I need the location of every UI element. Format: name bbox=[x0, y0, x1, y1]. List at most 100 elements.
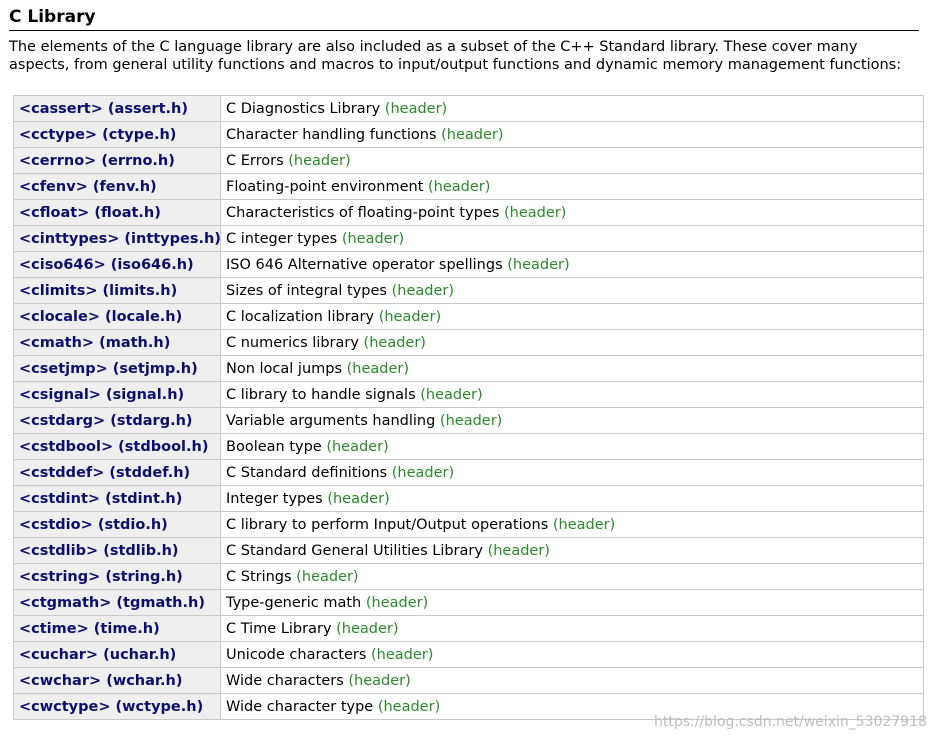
library-description-cell: C library to handle signals (header) bbox=[220, 381, 924, 408]
header-tag: (header) bbox=[384, 100, 448, 117]
library-description: Integer types bbox=[226, 490, 323, 507]
library-description-cell: Integer types (header) bbox=[220, 485, 924, 512]
header-tag: (header) bbox=[391, 464, 455, 481]
library-description: Unicode characters bbox=[226, 646, 367, 663]
table-row: <csetjmp> (setjmp.h) Non local jumps (hea… bbox=[13, 355, 924, 382]
library-name-link[interactable]: <cstdint> (stdint.h) bbox=[13, 485, 221, 512]
table-row: <climits> (limits.h) Sizes of integral ty… bbox=[13, 277, 924, 304]
library-name-link[interactable]: <csetjmp> (setjmp.h) bbox=[13, 355, 221, 382]
library-name-link[interactable]: <cwchar> (wchar.h) bbox=[13, 667, 221, 694]
library-description-cell: C numerics library (header) bbox=[220, 329, 924, 356]
library-name-link[interactable]: <ctime> (time.h) bbox=[13, 615, 221, 642]
library-description-cell: C Standard General Utilities Library (he… bbox=[220, 537, 924, 564]
library-description-cell: C Diagnostics Library (header) bbox=[220, 95, 924, 122]
library-description: Wide character type bbox=[226, 698, 374, 715]
table-row: <cfenv> (fenv.h) Floating-point environme… bbox=[13, 173, 924, 200]
header-tag: (header) bbox=[378, 308, 442, 325]
library-table: <cassert> (assert.h) C Diagnostics Librar… bbox=[13, 95, 924, 720]
table-row: <cstring> (string.h) C Strings (header) bbox=[13, 563, 924, 590]
library-name-link[interactable]: <climits> (limits.h) bbox=[13, 277, 221, 304]
library-description-cell: C localization library (header) bbox=[220, 303, 924, 330]
header-tag: (header) bbox=[346, 360, 410, 377]
library-description-cell: Type-generic math (header) bbox=[220, 589, 924, 616]
library-description: Character handling functions bbox=[226, 126, 437, 143]
header-tag: (header) bbox=[441, 126, 504, 143]
library-name-link[interactable]: <cstring> (string.h) bbox=[13, 563, 221, 590]
library-table-body: <cassert> (assert.h) C Diagnostics Librar… bbox=[13, 95, 924, 720]
table-row: <ciso646> (iso646.h) ISO 646 Alternative … bbox=[13, 251, 924, 278]
library-name-link[interactable]: <cuchar> (uchar.h) bbox=[13, 641, 221, 668]
library-description: ISO 646 Alternative operator spellings bbox=[226, 256, 503, 273]
library-description-cell: C Strings (header) bbox=[220, 563, 924, 590]
library-description: Floating-point environment bbox=[226, 178, 424, 195]
library-name-link[interactable]: <cassert> (assert.h) bbox=[13, 95, 221, 122]
library-description-cell: Wide characters (header) bbox=[220, 667, 924, 694]
library-description: Variable arguments handling bbox=[226, 412, 436, 429]
header-tag: (header) bbox=[420, 386, 483, 403]
header-tag: (header) bbox=[391, 282, 454, 299]
library-description: Sizes of integral types bbox=[226, 282, 387, 299]
library-description-cell: C Standard definitions (header) bbox=[220, 459, 924, 486]
library-description: Wide characters bbox=[226, 672, 344, 689]
library-name-link[interactable]: <cstdarg> (stdarg.h) bbox=[13, 407, 221, 434]
library-description-cell: Boolean type (header) bbox=[220, 433, 924, 460]
table-row: <cstdint> (stdint.h) Integer types (heade… bbox=[13, 485, 924, 512]
library-name-link[interactable]: <cwctype> (wctype.h) bbox=[13, 693, 221, 720]
library-name-link[interactable]: <ctgmath> (tgmath.h) bbox=[13, 589, 221, 616]
header-tag: (header) bbox=[296, 568, 359, 585]
header-tag: (header) bbox=[341, 230, 405, 247]
library-description: Characteristics of floating-point types bbox=[226, 204, 500, 221]
library-description: C Standard definitions bbox=[226, 464, 388, 481]
library-description-cell: Variable arguments handling (header) bbox=[220, 407, 924, 434]
table-row: <cinttypes> (inttypes.h) C integer types … bbox=[13, 225, 924, 252]
header-tag: (header) bbox=[348, 672, 411, 689]
table-row: <ctgmath> (tgmath.h) Type-generic math (h… bbox=[13, 589, 924, 616]
library-description-cell: Sizes of integral types (header) bbox=[220, 277, 924, 304]
header-tag: (header) bbox=[288, 152, 351, 169]
table-row: <cmath> (math.h) C numerics library (head… bbox=[13, 329, 924, 356]
library-description-cell: Character handling functions (header) bbox=[220, 121, 924, 148]
watermark: https://blog.csdn.net/weixin_53027918 bbox=[653, 714, 927, 730]
library-name-link[interactable]: <csignal> (signal.h) bbox=[13, 381, 221, 408]
library-name-link[interactable]: <cerrno> (errno.h) bbox=[13, 147, 221, 174]
library-name-link[interactable]: <cfloat> (float.h) bbox=[13, 199, 221, 226]
library-name-link[interactable]: <cstddef> (stddef.h) bbox=[13, 459, 221, 486]
library-name-link[interactable]: <cinttypes> (inttypes.h) bbox=[13, 225, 221, 252]
library-description-cell: Non local jumps (header) bbox=[220, 355, 924, 382]
library-description-cell: Characteristics of floating-point types … bbox=[220, 199, 924, 226]
table-row: <csignal> (signal.h) C library to handle … bbox=[13, 381, 924, 408]
library-name-link[interactable]: <ciso646> (iso646.h) bbox=[13, 251, 221, 278]
section-title: C Library bbox=[9, 7, 96, 27]
header-tag: (header) bbox=[507, 256, 570, 273]
library-description: C localization library bbox=[226, 308, 375, 325]
library-description-cell: Floating-point environment (header) bbox=[220, 173, 924, 200]
library-name-link[interactable]: <cstdio> (stdio.h) bbox=[13, 511, 221, 538]
table-row: <cerrno> (errno.h) C Errors (header) bbox=[13, 147, 924, 174]
section-intro: The elements of the C language library a… bbox=[9, 39, 902, 73]
library-name-link[interactable]: <cfenv> (fenv.h) bbox=[13, 173, 221, 200]
library-name-link[interactable]: <cmath> (math.h) bbox=[13, 329, 221, 356]
header-tag: (header) bbox=[326, 438, 389, 455]
library-description: Boolean type bbox=[226, 438, 322, 455]
table-row: <cstdlib> (stdlib.h) C Standard General U… bbox=[13, 537, 924, 564]
library-description: Non local jumps bbox=[226, 360, 343, 377]
header-tag: (header) bbox=[439, 412, 503, 429]
header-tag: (header) bbox=[327, 490, 390, 507]
library-description-cell: C library to perform Input/Output operat… bbox=[220, 511, 924, 538]
header-tag: (header) bbox=[365, 594, 429, 611]
library-description: C numerics library bbox=[226, 334, 359, 351]
header-tag: (header) bbox=[377, 698, 441, 715]
library-description: C Time Library bbox=[226, 620, 332, 637]
table-row: <clocale> (locale.h) C localization libra… bbox=[13, 303, 924, 330]
table-row: <cuchar> (uchar.h) Unicode characters (he… bbox=[13, 641, 924, 668]
library-name-link[interactable]: <cstdlib> (stdlib.h) bbox=[13, 537, 221, 564]
header-tag: (header) bbox=[487, 542, 550, 559]
table-row: <cfloat> (float.h) Characteristics of flo… bbox=[13, 199, 924, 226]
library-name-link[interactable]: <cstdbool> (stdbool.h) bbox=[13, 433, 221, 460]
library-description: C Standard General Utilities Library bbox=[226, 542, 483, 559]
library-description-cell: C Errors (header) bbox=[220, 147, 924, 174]
library-name-link[interactable]: <cctype> (ctype.h) bbox=[13, 121, 221, 148]
library-description: C library to perform Input/Output operat… bbox=[226, 516, 549, 533]
library-description: C integer types bbox=[226, 230, 338, 247]
library-name-link[interactable]: <clocale> (locale.h) bbox=[13, 303, 221, 330]
